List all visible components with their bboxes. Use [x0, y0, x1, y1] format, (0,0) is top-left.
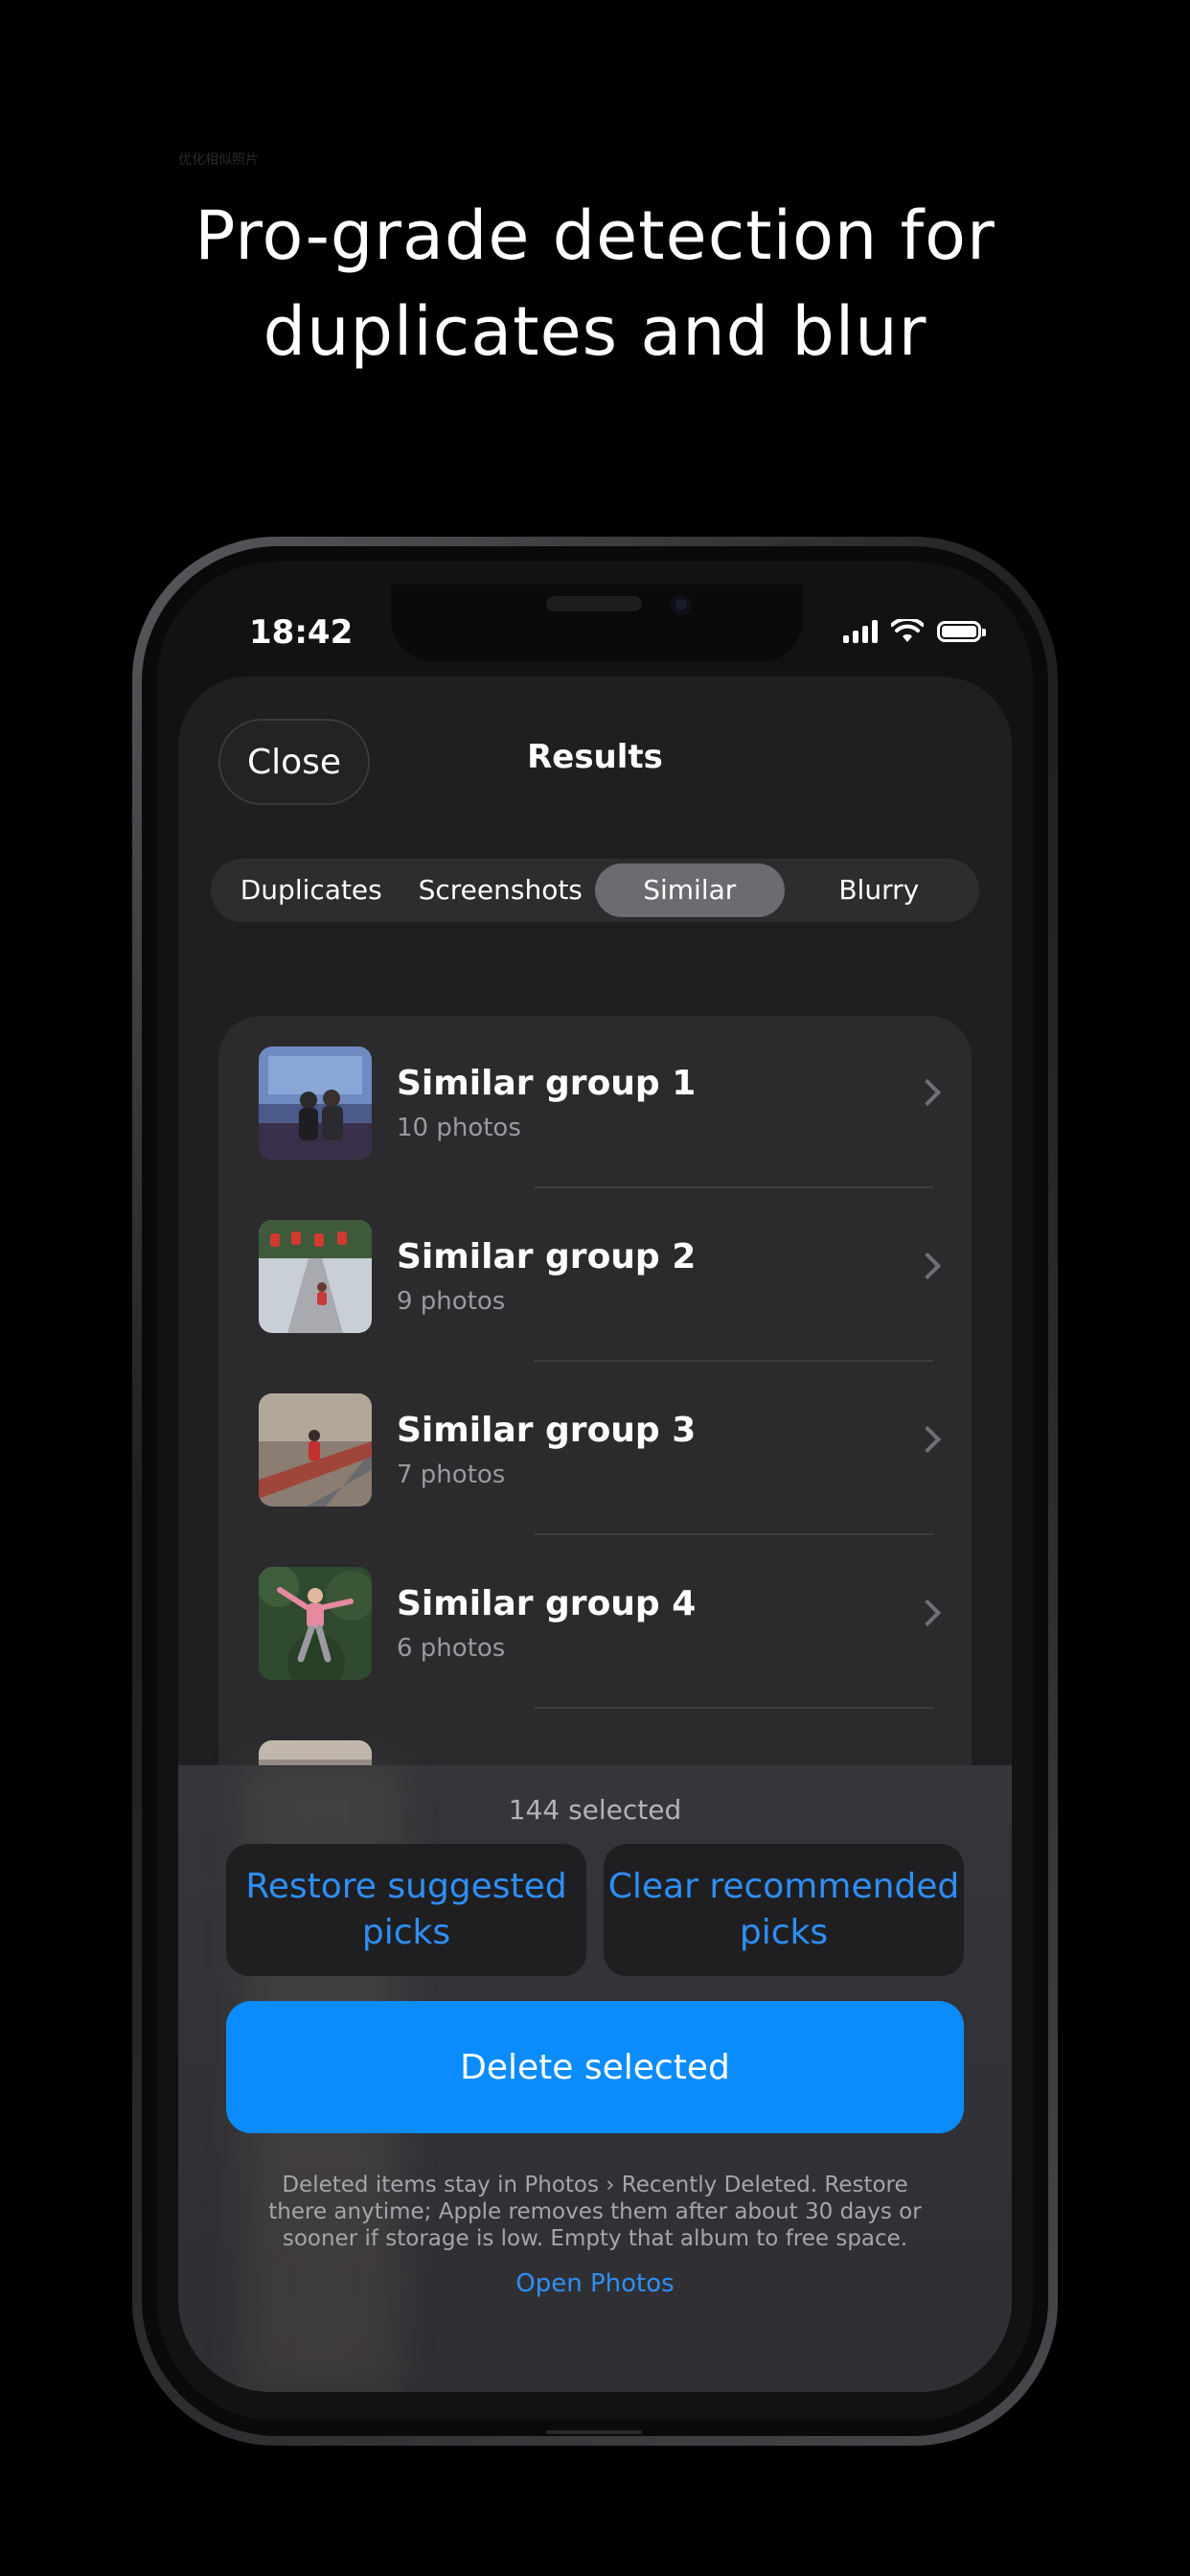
group-title: Similar group 3: [397, 1411, 697, 1450]
group-count: 6 photos: [397, 1634, 506, 1663]
group-thumbnail: [259, 1220, 372, 1333]
device-bottom-edge: [546, 2430, 642, 2434]
list-item[interactable]: Similar group 4 6 photos: [218, 1536, 972, 1709]
category-segmented-control: Duplicates Screenshots Similar Blurry: [211, 859, 979, 922]
cellular-signal-icon: [843, 620, 878, 643]
group-thumbnail: [259, 1567, 372, 1680]
status-time: 18:42: [249, 613, 354, 652]
row-separator: [535, 1707, 933, 1709]
row-separator: [535, 1533, 933, 1535]
earpiece-speaker: [546, 596, 642, 611]
group-thumbnail: [259, 1046, 372, 1160]
chevron-right-icon: [913, 1598, 942, 1627]
list-item[interactable]: Similar group 1 10 photos: [218, 1016, 972, 1188]
similar-groups-list: Similar group 1 10 photos Similar group …: [218, 1016, 972, 1878]
clear-recommended-picks-button[interactable]: Clear recommended picks: [604, 1844, 964, 1976]
list-item[interactable]: Similar group 3 7 photos: [218, 1363, 972, 1535]
tab-screenshots[interactable]: Screenshots: [406, 863, 596, 917]
page-title: Results: [527, 738, 663, 776]
tab-blurry[interactable]: Blurry: [785, 863, 974, 917]
tab-similar[interactable]: Similar: [595, 863, 785, 917]
recently-deleted-note: Deleted items stay in Photos › Recently …: [268, 2173, 922, 2251]
delete-selected-button[interactable]: Delete selected: [226, 2001, 964, 2133]
row-separator: [535, 1186, 933, 1188]
selection-action-sheet: 144 selected Restore suggested picks Cle…: [178, 1765, 1012, 2392]
group-title: Similar group 1: [397, 1064, 697, 1103]
group-count: 10 photos: [397, 1114, 521, 1142]
front-camera: [671, 594, 692, 615]
group-thumbnail: [259, 1393, 372, 1506]
group-count: 7 photos: [397, 1460, 506, 1489]
wifi-icon: [891, 619, 924, 642]
tab-duplicates[interactable]: Duplicates: [217, 863, 406, 917]
phone-frame: 18:42 Close Results Duplicates Screensho…: [132, 537, 1058, 2446]
group-title: Similar group 4: [397, 1584, 697, 1623]
restore-suggested-picks-button[interactable]: Restore suggested picks: [226, 1844, 586, 1976]
chevron-right-icon: [913, 1078, 942, 1107]
status-icons: [843, 617, 986, 646]
chevron-right-icon: [913, 1425, 942, 1454]
group-count: 9 photos: [397, 1287, 506, 1316]
results-screen: Close Results Duplicates Screenshots Sim…: [178, 677, 1012, 2392]
promo-headline: Pro-grade detection for duplicates and b…: [0, 188, 1190, 380]
list-item[interactable]: Similar group 2 9 photos: [218, 1189, 972, 1362]
promo-small-note: 优化相似照片: [178, 152, 259, 168]
headline-line-1: Pro-grade detection for: [195, 196, 995, 275]
battery-icon: [937, 621, 986, 642]
group-title: Similar group 2: [397, 1237, 697, 1276]
open-photos-link[interactable]: Open Photos: [178, 2269, 1012, 2298]
headline-line-2: duplicates and blur: [263, 292, 927, 371]
row-separator: [535, 1360, 933, 1362]
selected-count: 144 selected: [508, 1794, 682, 1826]
chevron-right-icon: [913, 1252, 942, 1280]
